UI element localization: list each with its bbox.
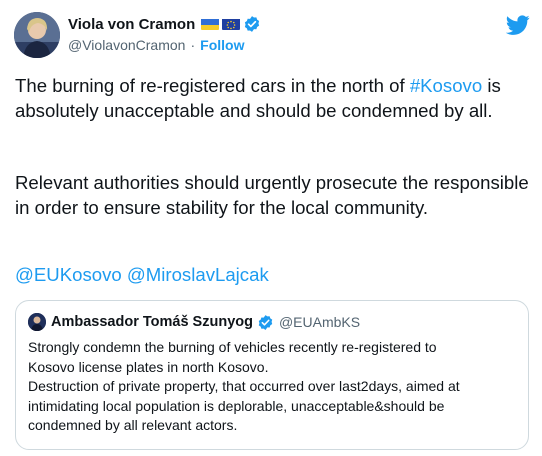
separator-dot: · bbox=[190, 37, 196, 53]
author-handle-row: @ViolavonCramon · Follow bbox=[68, 37, 244, 53]
quoted-author-avatar bbox=[28, 313, 46, 331]
verified-badge-icon bbox=[257, 314, 274, 331]
quoted-text-line: intimidating local population is deplora… bbox=[28, 397, 445, 414]
verified-badge-icon bbox=[243, 15, 261, 33]
twitter-bird-icon[interactable] bbox=[505, 13, 530, 37]
quoted-tweet-header: Ambassador Tomáš Szunyog @EUAmbKS bbox=[28, 313, 360, 331]
quoted-author-handle: @EUAmbKS bbox=[278, 314, 361, 330]
quoted-text-line: Kosovo license plates in north Kosovo. bbox=[28, 358, 269, 375]
tweet-mentions: @EUKosovo @MiroslavLajcak bbox=[15, 262, 535, 287]
author-handle[interactable]: @ViolavonCramon bbox=[68, 37, 185, 53]
eu-flag-icon bbox=[222, 18, 241, 30]
follow-button[interactable]: Follow bbox=[200, 37, 244, 53]
mention-miroslavlajcak-link[interactable]: @MiroslavLajcak bbox=[127, 264, 269, 285]
ukraine-flag-icon bbox=[201, 18, 220, 30]
quoted-tweet-text: Strongly condemn the burning of vehicles… bbox=[28, 338, 516, 436]
quoted-tweet-card[interactable]: Ambassador Tomáš Szunyog @EUAmbKS Strong… bbox=[15, 300, 529, 450]
author-name[interactable]: Viola von Cramon bbox=[68, 16, 195, 33]
tweet-card: Viola von Cramon @ViolavonCramon · Follo… bbox=[0, 0, 542, 456]
tweet-paragraph-1: The burning of re-registered cars in the… bbox=[15, 73, 535, 123]
hashtag-kosovo-link[interactable]: #Kosovo bbox=[410, 75, 482, 96]
tweet-text: The burning of re-registered cars in the… bbox=[15, 75, 410, 96]
quoted-text-line: Destruction of private property, that oc… bbox=[28, 378, 460, 394]
quoted-text-line: condemned by all relevant actors. bbox=[28, 417, 238, 433]
author-avatar[interactable] bbox=[14, 12, 60, 58]
tweet-paragraph-2: Relevant authorities should urgently pro… bbox=[15, 172, 529, 218]
author-name-row: Viola von Cramon bbox=[68, 15, 261, 33]
quoted-author-name: Ambassador Tomáš Szunyog bbox=[51, 314, 253, 330]
quoted-text-line: Strongly condemn the burning of vehicles… bbox=[28, 339, 437, 355]
mention-eukosovo-link[interactable]: @EUKosovo bbox=[15, 264, 122, 285]
